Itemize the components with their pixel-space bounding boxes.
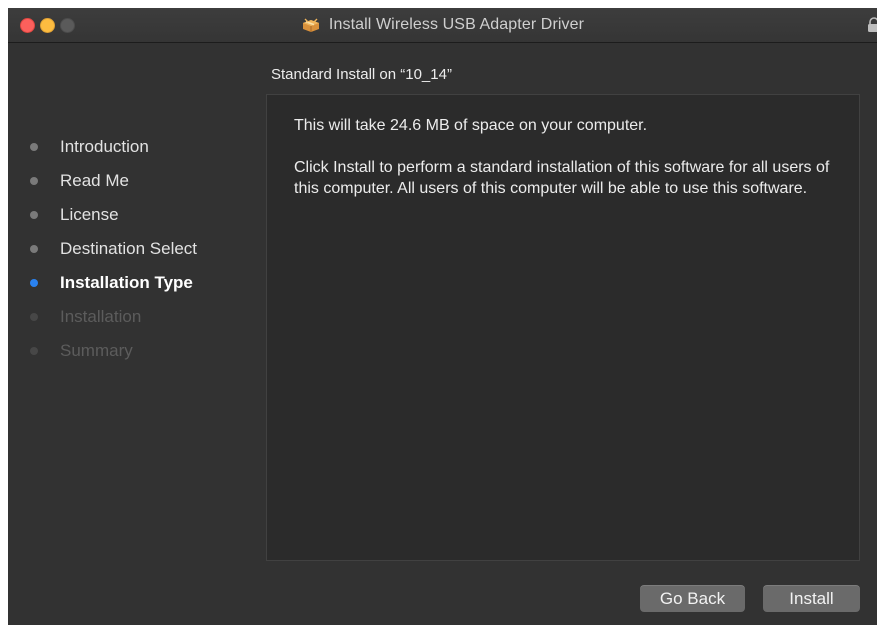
install-description-text: Click Install to perform a standard inst… (294, 159, 830, 197)
step-bullet (30, 245, 38, 253)
step-destination-select: Destination Select (30, 238, 197, 260)
step-summary: Summary (30, 340, 133, 362)
space-required-text: This will take 24.6 MB of space on your … (294, 117, 648, 134)
step-bullet (30, 347, 38, 355)
step-label: Destination Select (60, 239, 198, 258)
step-label: Installation Type (60, 273, 193, 292)
step-label: Summary (60, 341, 133, 360)
install-button[interactable]: Install (763, 585, 860, 612)
lock-icon[interactable] (867, 17, 877, 33)
step-bullet (30, 143, 38, 151)
step-license: License (30, 204, 119, 226)
steps-sidebar: Introduction Read Me License Destination… (8, 43, 260, 625)
step-bullet (30, 313, 38, 321)
step-label: Introduction (60, 137, 149, 156)
step-bullet (30, 177, 38, 185)
content-text: This will take 24.6 MB of space on your … (294, 115, 844, 220)
installer-window: Install Wireless USB Adapter Driver Intr… (8, 8, 877, 625)
step-label: License (60, 205, 119, 224)
title-bar[interactable]: Install Wireless USB Adapter Driver (8, 8, 877, 43)
package-icon (302, 18, 319, 32)
step-label: Read Me (60, 171, 129, 190)
content-panel: This will take 24.6 MB of space on your … (266, 94, 860, 561)
section-title: Standard Install on “10_14” (271, 66, 452, 83)
step-installation-type: Installation Type (30, 272, 193, 294)
step-introduction: Introduction (30, 136, 149, 158)
step-label: Installation (60, 307, 142, 326)
go-back-button[interactable]: Go Back (640, 585, 745, 612)
step-read-me: Read Me (30, 170, 129, 192)
window-title: Install Wireless USB Adapter Driver (328, 16, 585, 33)
step-bullet (30, 211, 38, 219)
step-installation: Installation (30, 306, 141, 328)
current-step-bullet (30, 279, 38, 287)
